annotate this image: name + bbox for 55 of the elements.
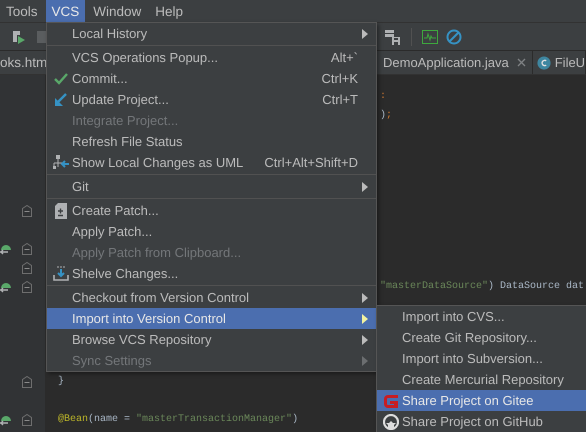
menu-item[interactable]: Browse VCS Repository [47, 329, 376, 350]
code-line: } [58, 376, 64, 387]
menu-item[interactable]: Share Project on GitHub [377, 411, 586, 432]
bean-icon [0, 280, 11, 292]
code-line: : [380, 91, 386, 102]
fold-icon [22, 242, 32, 254]
code-line: @Bean(name = "masterTransactionManager") [58, 414, 298, 425]
menu-item[interactable]: Refresh File Status [47, 131, 376, 152]
code-line: ); [380, 110, 392, 121]
submenu-arrow-icon [362, 356, 368, 366]
menubar-item[interactable]: Help [149, 0, 190, 22]
submenu-arrow-icon [362, 292, 368, 302]
check-icon [54, 72, 68, 84]
submenu-arrow-icon [362, 182, 368, 192]
menubar-item[interactable]: Tools [0, 0, 44, 22]
menu-item[interactable]: Local History [47, 23, 376, 44]
menu-item[interactable]: Create Mercurial Repository [377, 369, 586, 390]
menu-item[interactable]: Git [47, 176, 376, 197]
g-logo-icon [383, 392, 399, 408]
class-c-icon [536, 56, 551, 70]
menu-item[interactable]: Shelve Changes... [47, 263, 376, 284]
close-icon[interactable] [516, 58, 526, 67]
menu-item[interactable]: Share Project on Gitee [377, 390, 586, 411]
submenu-arrow-icon [362, 28, 368, 38]
menu-item[interactable]: Apply Patch... [47, 221, 376, 242]
menu-item[interactable]: Commit... Ctrl+K [47, 68, 376, 89]
submenu-arrow-icon [362, 314, 368, 324]
menu-item[interactable]: Import into CVS... [377, 306, 586, 327]
code-line: "masterDataSource") DataSource dat [380, 281, 584, 292]
fold-icon [22, 376, 32, 388]
menu-item[interactable]: VCS Operations Popup... Alt+` [47, 47, 376, 68]
tray-download-icon [53, 266, 69, 281]
run-coverage-icon[interactable] [11, 28, 27, 44]
document-plus-icon [55, 202, 67, 218]
arrow-down-left-icon [54, 92, 68, 106]
pulse-monitor-icon[interactable] [422, 30, 438, 44]
fold-icon [22, 414, 32, 426]
bean-icon [0, 414, 11, 426]
menu-item[interactable]: Import into Subversion... [377, 348, 586, 369]
ban-icon[interactable] [446, 28, 462, 44]
submenu-arrow-icon [362, 334, 368, 344]
menu-item[interactable]: Update Project... Ctrl+T [47, 89, 376, 110]
menu-item[interactable]: Create Git Repository... [377, 327, 586, 348]
editor-tab[interactable]: FileU [532, 51, 586, 74]
bean-icon [0, 242, 11, 254]
menu-item[interactable]: Show Local Changes as UML Ctrl+Alt+Shift+D [47, 152, 376, 173]
fold-icon [22, 262, 32, 274]
fold-icon [22, 204, 32, 216]
diagram-icon [53, 154, 69, 170]
menu-item[interactable]: Create Patch... [47, 200, 376, 221]
menu-item[interactable]: Checkout from Version Control [47, 287, 376, 308]
menu-item[interactable]: Import into Version Control [47, 308, 376, 329]
menubar-item[interactable]: Window [87, 0, 148, 22]
menubar-item[interactable]: VCS [46, 0, 86, 22]
fold-icon [22, 280, 32, 292]
